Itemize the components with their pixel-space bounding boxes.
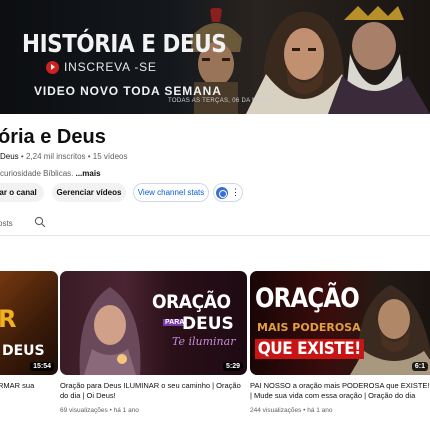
channel-handle: Deus: [0, 152, 19, 161]
more-vert-icon: ⋮: [231, 187, 240, 197]
search-icon[interactable]: [34, 216, 46, 228]
channel-description[interactable]: curiosidade Bíblicas. ...mais: [0, 169, 101, 178]
video-views: 244 visualizações: [250, 407, 302, 414]
thumbnail-art: R: [0, 305, 17, 333]
banner-title: HISTÓRIA E DEUS: [22, 29, 227, 58]
banner-subscribe: INSCREVA -SE: [46, 60, 157, 74]
manage-videos-button[interactable]: Gerenciar vídeos: [52, 183, 126, 202]
description-more-link[interactable]: ...mais: [76, 169, 101, 178]
video-age: há 1 ano: [307, 407, 333, 414]
channel-meta: Deus • 2,24 mil inscritos • 15 vídeos: [0, 152, 128, 161]
video-duration: 5:29: [222, 362, 243, 371]
play-icon: [46, 60, 59, 74]
channel-actions-button[interactable]: ⋮: [213, 183, 243, 202]
tab-posts[interactable]: osts: [0, 219, 13, 228]
video-age: há 1 ano: [113, 407, 139, 414]
video-meta: 69 visualizações • há 1 ano: [60, 407, 139, 414]
customize-channel-button[interactable]: izar o canal: [0, 183, 44, 202]
video-title[interactable]: RMAR sua: [0, 381, 56, 391]
video-thumbnail[interactable]: R DEUS 15:54: [0, 271, 58, 375]
video-duration: 6:1: [411, 362, 428, 371]
banner-tagline: VIDEO NOVO TODA SEMANA: [34, 84, 222, 98]
video-title[interactable]: PAI NOSSO a oração mais PODEROSA que EXI…: [250, 381, 430, 401]
description-text: curiosidade Bíblicas.: [0, 169, 74, 178]
video-views: 69 visualizações: [60, 407, 108, 414]
video-count: 15 vídeos: [92, 152, 128, 161]
thumbnail-text: DEUS: [182, 314, 234, 334]
video-meta: 244 visualizações • há 1 ano: [250, 407, 333, 414]
video-title[interactable]: Oração para Deus ILUMINAR o seu caminho …: [60, 381, 246, 401]
thumbnail-text: MAIS PODEROSA: [257, 321, 361, 334]
thumbnail-text: QUE EXISTE!: [255, 339, 364, 359]
woman-praying-image: [79, 287, 141, 375]
thumbnail-text: DEUS: [2, 343, 45, 359]
thumbnail-text: Te iluminar: [172, 335, 236, 348]
view-channel-stats-button[interactable]: View channel stats: [133, 183, 209, 202]
subscriber-count: 2,24 mil inscritos: [25, 152, 86, 161]
jesus-praying-image: [350, 285, 430, 375]
channel-banner: HISTÓRIA E DEUS INSCREVA -SE VIDEO NOVO …: [0, 0, 430, 114]
tab-divider: [0, 235, 430, 236]
thumbnail-text: ORAÇÃO: [152, 291, 231, 313]
channel-name: ória e Deus: [0, 126, 106, 148]
king-portrait-image: [328, 6, 430, 114]
analytics-icon: [216, 186, 228, 199]
video-thumbnail[interactable]: ORAÇÃO MAIS PODEROSA QUE EXISTE! 6:1: [250, 271, 430, 375]
video-thumbnail[interactable]: ORAÇÃO PARA DEUS Te iluminar 5:29: [60, 271, 247, 375]
banner-subscribe-label: INSCREVA -SE: [64, 60, 157, 74]
thumbnail-text: ORAÇÃO: [255, 283, 360, 314]
video-duration: 15:54: [30, 362, 54, 371]
banner-schedule: TODAS AS TERÇAS, 06 DA MANHÃ.: [168, 98, 278, 104]
